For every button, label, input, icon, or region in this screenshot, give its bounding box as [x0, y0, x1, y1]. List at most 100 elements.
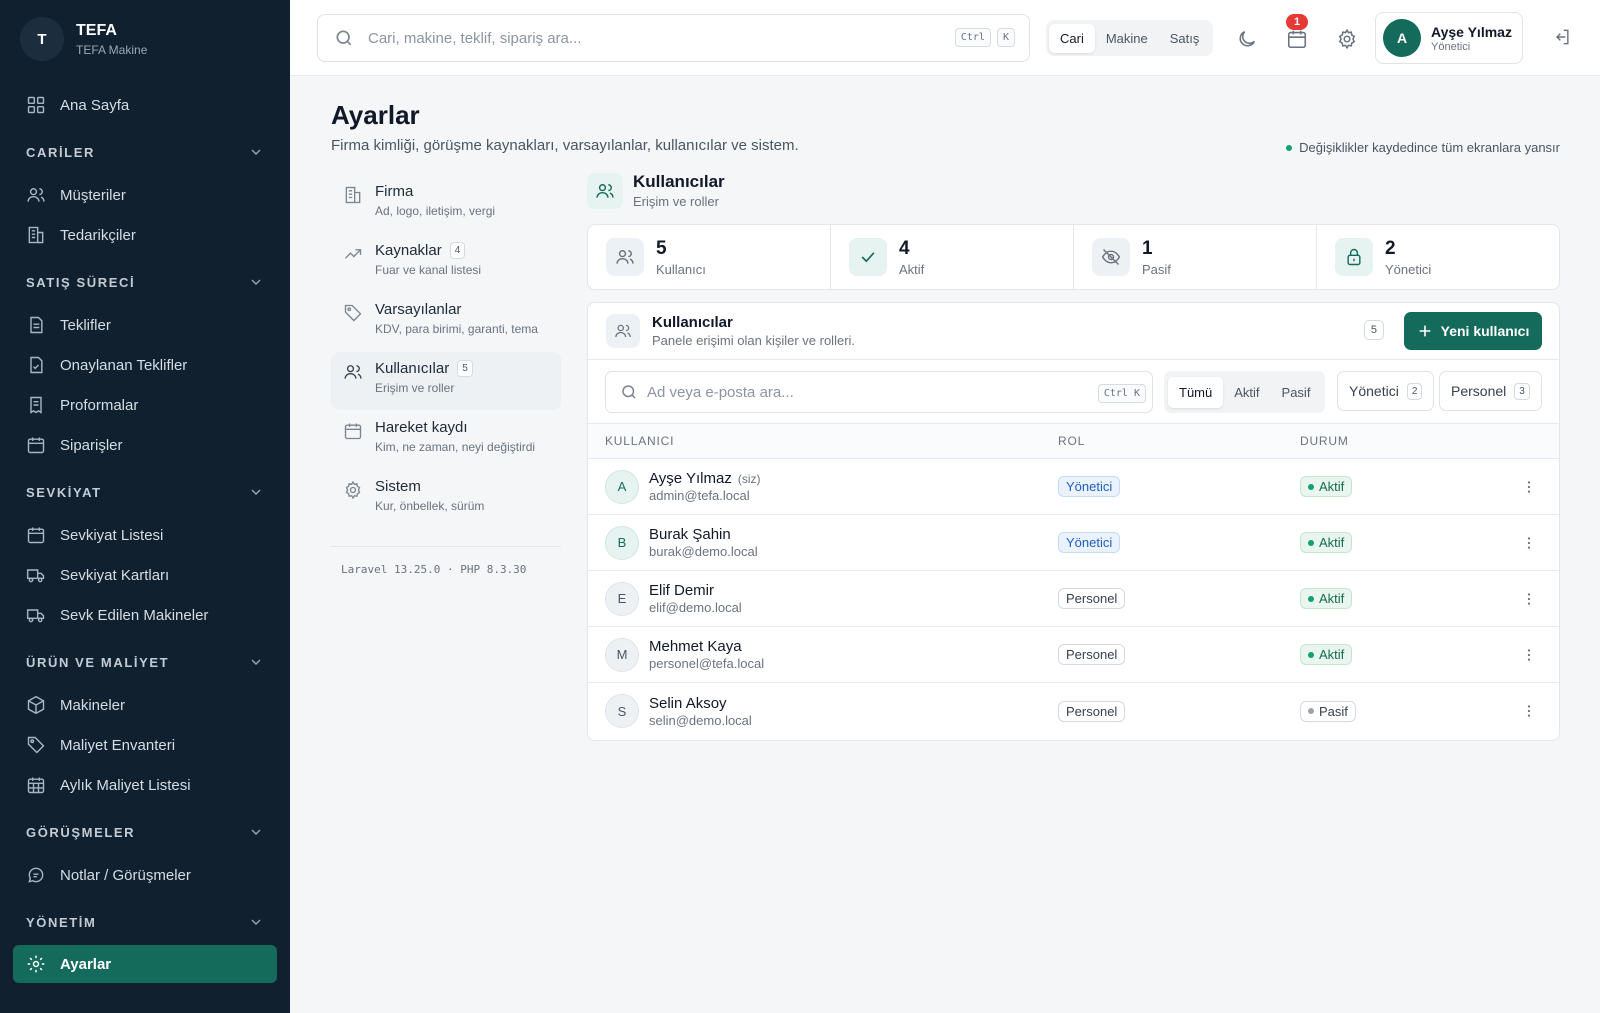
sidebar-item-sevk-edilen-makineler[interactable]: Sevk Edilen Makineler [0, 595, 290, 635]
sidebar-item-sevkiyat-kartlari[interactable]: Sevkiyat Kartları [0, 555, 290, 595]
kbd-shortcut: Ctrl K [1097, 384, 1146, 403]
sidebar-section-yonetim[interactable]: YÖNETİM [0, 899, 290, 945]
user-name: Selin Aksoy [649, 694, 727, 712]
sidebar-item-label: Ayarlar [60, 955, 112, 973]
user-role: Yönetici [1431, 40, 1471, 53]
sidebar-item-teklifler[interactable]: Teklifler [0, 305, 290, 345]
new-user-button[interactable]: Yeni kullanıcı [1404, 312, 1542, 350]
calendar-icon[interactable] [1286, 28, 1308, 50]
status-text: Aktif [1319, 479, 1345, 494]
truck-icon [26, 569, 45, 583]
settings-nav-title: Sistem [375, 478, 421, 495]
more-vertical-icon[interactable] [1521, 702, 1537, 720]
user-email: elif@demo.local [649, 600, 742, 615]
status-text: Aktif [1319, 591, 1345, 606]
filter-passive[interactable]: Pasif [1271, 377, 1322, 408]
user-search-input[interactable] [647, 383, 1067, 401]
user-count-badge: 5 [1363, 320, 1384, 340]
settings-nav-hareket-kaydi[interactable]: Hareket kaydı Kim, ne zaman, neyi değişti… [331, 411, 561, 469]
more-vertical-icon[interactable] [1521, 478, 1537, 496]
scope-makine[interactable]: Makine [1095, 24, 1159, 53]
sidebar-item-proformalar[interactable]: Proformalar [0, 385, 290, 425]
settings-nav-title: Kaynaklar [375, 242, 442, 259]
page-description: Firma kimliği, görüşme kaynakları, varsa… [331, 137, 799, 154]
user-name: Ayşe Yılmaz [649, 470, 732, 487]
settings-nav-varsayilanlar[interactable]: Varsayılanlar KDV, para birimi, garanti, … [331, 293, 561, 351]
user-stats: 5 Kullanıcı 4 Aktif 1 Pasif 2 Yönetici [587, 224, 1560, 290]
settings-nav-desc: Kim, ne zaman, neyi değiştirdi [375, 440, 536, 454]
status-badge: Aktif [1300, 532, 1353, 553]
filter-role-admin[interactable]: Yönetici 2 [1337, 371, 1435, 411]
user-menu[interactable]: A Ayşe Yılmaz Yönetici [1375, 12, 1523, 64]
settings-nav-desc: KDV, para birimi, garanti, tema [375, 322, 538, 336]
sidebar-item-label: Proformalar [60, 396, 139, 414]
brand[interactable]: T TEFA TEFA Makine [0, 0, 290, 78]
sidebar-item-notlar[interactable]: Notlar / Görüşmeler [0, 855, 290, 895]
section-desc: Erişim ve roller [633, 194, 719, 209]
user-filters: Ctrl K Tümü Aktif Pasif Yönetici 2 Perso… [588, 360, 1559, 424]
sidebar-item-home[interactable]: Ana Sayfa [0, 85, 290, 125]
table-row[interactable]: E Elif Demir elif@demo.local Personel Ak… [588, 571, 1559, 627]
column-header-user[interactable]: KULLANICI [588, 434, 1058, 448]
sidebar-item-maliyet-envanteri[interactable]: Maliyet Envanteri [0, 725, 290, 765]
more-vertical-icon[interactable] [1521, 646, 1537, 664]
scope-satis[interactable]: Satış [1159, 24, 1211, 53]
topbar: Ctrl K Cari Makine Satış 1 A Ayşe Yılmaz… [290, 0, 1600, 76]
global-search[interactable]: Ctrl K [317, 14, 1030, 62]
column-header-status[interactable]: DURUM [1300, 434, 1500, 448]
filter-all[interactable]: Tümü [1168, 376, 1224, 408]
brand-logo: T [20, 17, 64, 61]
section-icon [587, 172, 623, 209]
settings-nav-firma[interactable]: Firma Ad, logo, iletişim, vergi [331, 175, 561, 233]
save-note-text: Değişiklikler kaydedince tüm ekranlara y… [1299, 140, 1560, 155]
gear-icon[interactable] [1336, 28, 1358, 50]
sidebar-item-onaylanan-teklifler[interactable]: Onaylanan Teklifler [0, 345, 290, 385]
more-vertical-icon[interactable] [1521, 534, 1537, 552]
sidebar-item-musteriler[interactable]: Müşteriler [0, 175, 290, 215]
sidebar-section-satis[interactable]: SATIŞ SÜRECİ [0, 259, 290, 305]
logout-icon[interactable] [1552, 27, 1572, 47]
stat-value: 2 [1385, 237, 1396, 259]
table-row[interactable]: S Selin Aksoy selin@demo.local Personel … [588, 683, 1559, 739]
stat-icon [1335, 238, 1373, 276]
status-filter: Tümü Aktif Pasif [1164, 371, 1326, 413]
stat-passive: 1 Pasif [1074, 225, 1317, 289]
section-title: YÖNETİM [26, 914, 97, 930]
sidebar-section-sevkiyat[interactable]: SEVKİYAT [0, 469, 290, 515]
global-search-input[interactable] [368, 29, 928, 47]
sidebar-item-aylik-maliyet[interactable]: Aylık Maliyet Listesi [0, 765, 290, 805]
settings-nav-kullanicilar[interactable]: Kullanıcılar 5 Erişim ve roller [331, 352, 561, 410]
sidebar-item-ayarlar[interactable]: Ayarlar [13, 945, 277, 983]
sidebar-section-cariler[interactable]: CARİLER [0, 129, 290, 175]
settings-nav-sistem[interactable]: Sistem Kur, önbellek, sürüm [331, 470, 561, 528]
tag-icon [27, 736, 45, 754]
settings-nav-kaynaklar[interactable]: Kaynaklar 4 Fuar ve kanal listesi [331, 234, 561, 292]
sidebar-item-tedarikciler[interactable]: Tedarikçiler [0, 215, 290, 255]
user-name: Burak Şahin [649, 526, 731, 543]
scope-cari[interactable]: Cari [1049, 23, 1095, 53]
plus-icon [1419, 325, 1430, 337]
sidebar-item-makineler[interactable]: Makineler [0, 685, 290, 725]
sidebar-section-urun-maliyet[interactable]: ÜRÜN VE MALİYET [0, 639, 290, 685]
user-email: burak@demo.local [649, 544, 758, 559]
users-card-header: Kullanıcılar Panele erişimi olan kişiler… [588, 303, 1559, 360]
sidebar-section-gorusmeler[interactable]: GÖRÜŞMELER [0, 809, 290, 855]
more-vertical-icon[interactable] [1521, 590, 1537, 608]
settings-nav-title: Hareket kaydı [375, 419, 468, 436]
role-badge: Personel [1058, 588, 1126, 609]
column-header-role[interactable]: ROL [1058, 434, 1300, 448]
filter-role-staff[interactable]: Personel 3 [1439, 371, 1542, 411]
status-badge: Aktif [1300, 476, 1353, 497]
filter-active[interactable]: Aktif [1223, 377, 1270, 408]
sidebar-item-siparisler[interactable]: Siparişler [0, 425, 290, 465]
chat-icon [28, 867, 44, 883]
sidebar-item-label: Teklifler [60, 316, 111, 334]
table-row[interactable]: B Burak Şahin burak@demo.local Yönetici … [588, 515, 1559, 571]
table-row[interactable]: M Mehmet Kaya personel@tefa.local Person… [588, 627, 1559, 683]
box-icon [27, 695, 45, 715]
user-search[interactable]: Ctrl K [605, 371, 1153, 413]
table-row[interactable]: A Ayşe Yılmaz (siz) admin@tefa.local Yöne… [588, 459, 1559, 515]
sidebar-item-sevkiyat-listesi[interactable]: Sevkiyat Listesi [0, 515, 290, 555]
section-title: SATIŞ SÜRECİ [26, 274, 136, 290]
moon-icon[interactable] [1236, 28, 1258, 50]
